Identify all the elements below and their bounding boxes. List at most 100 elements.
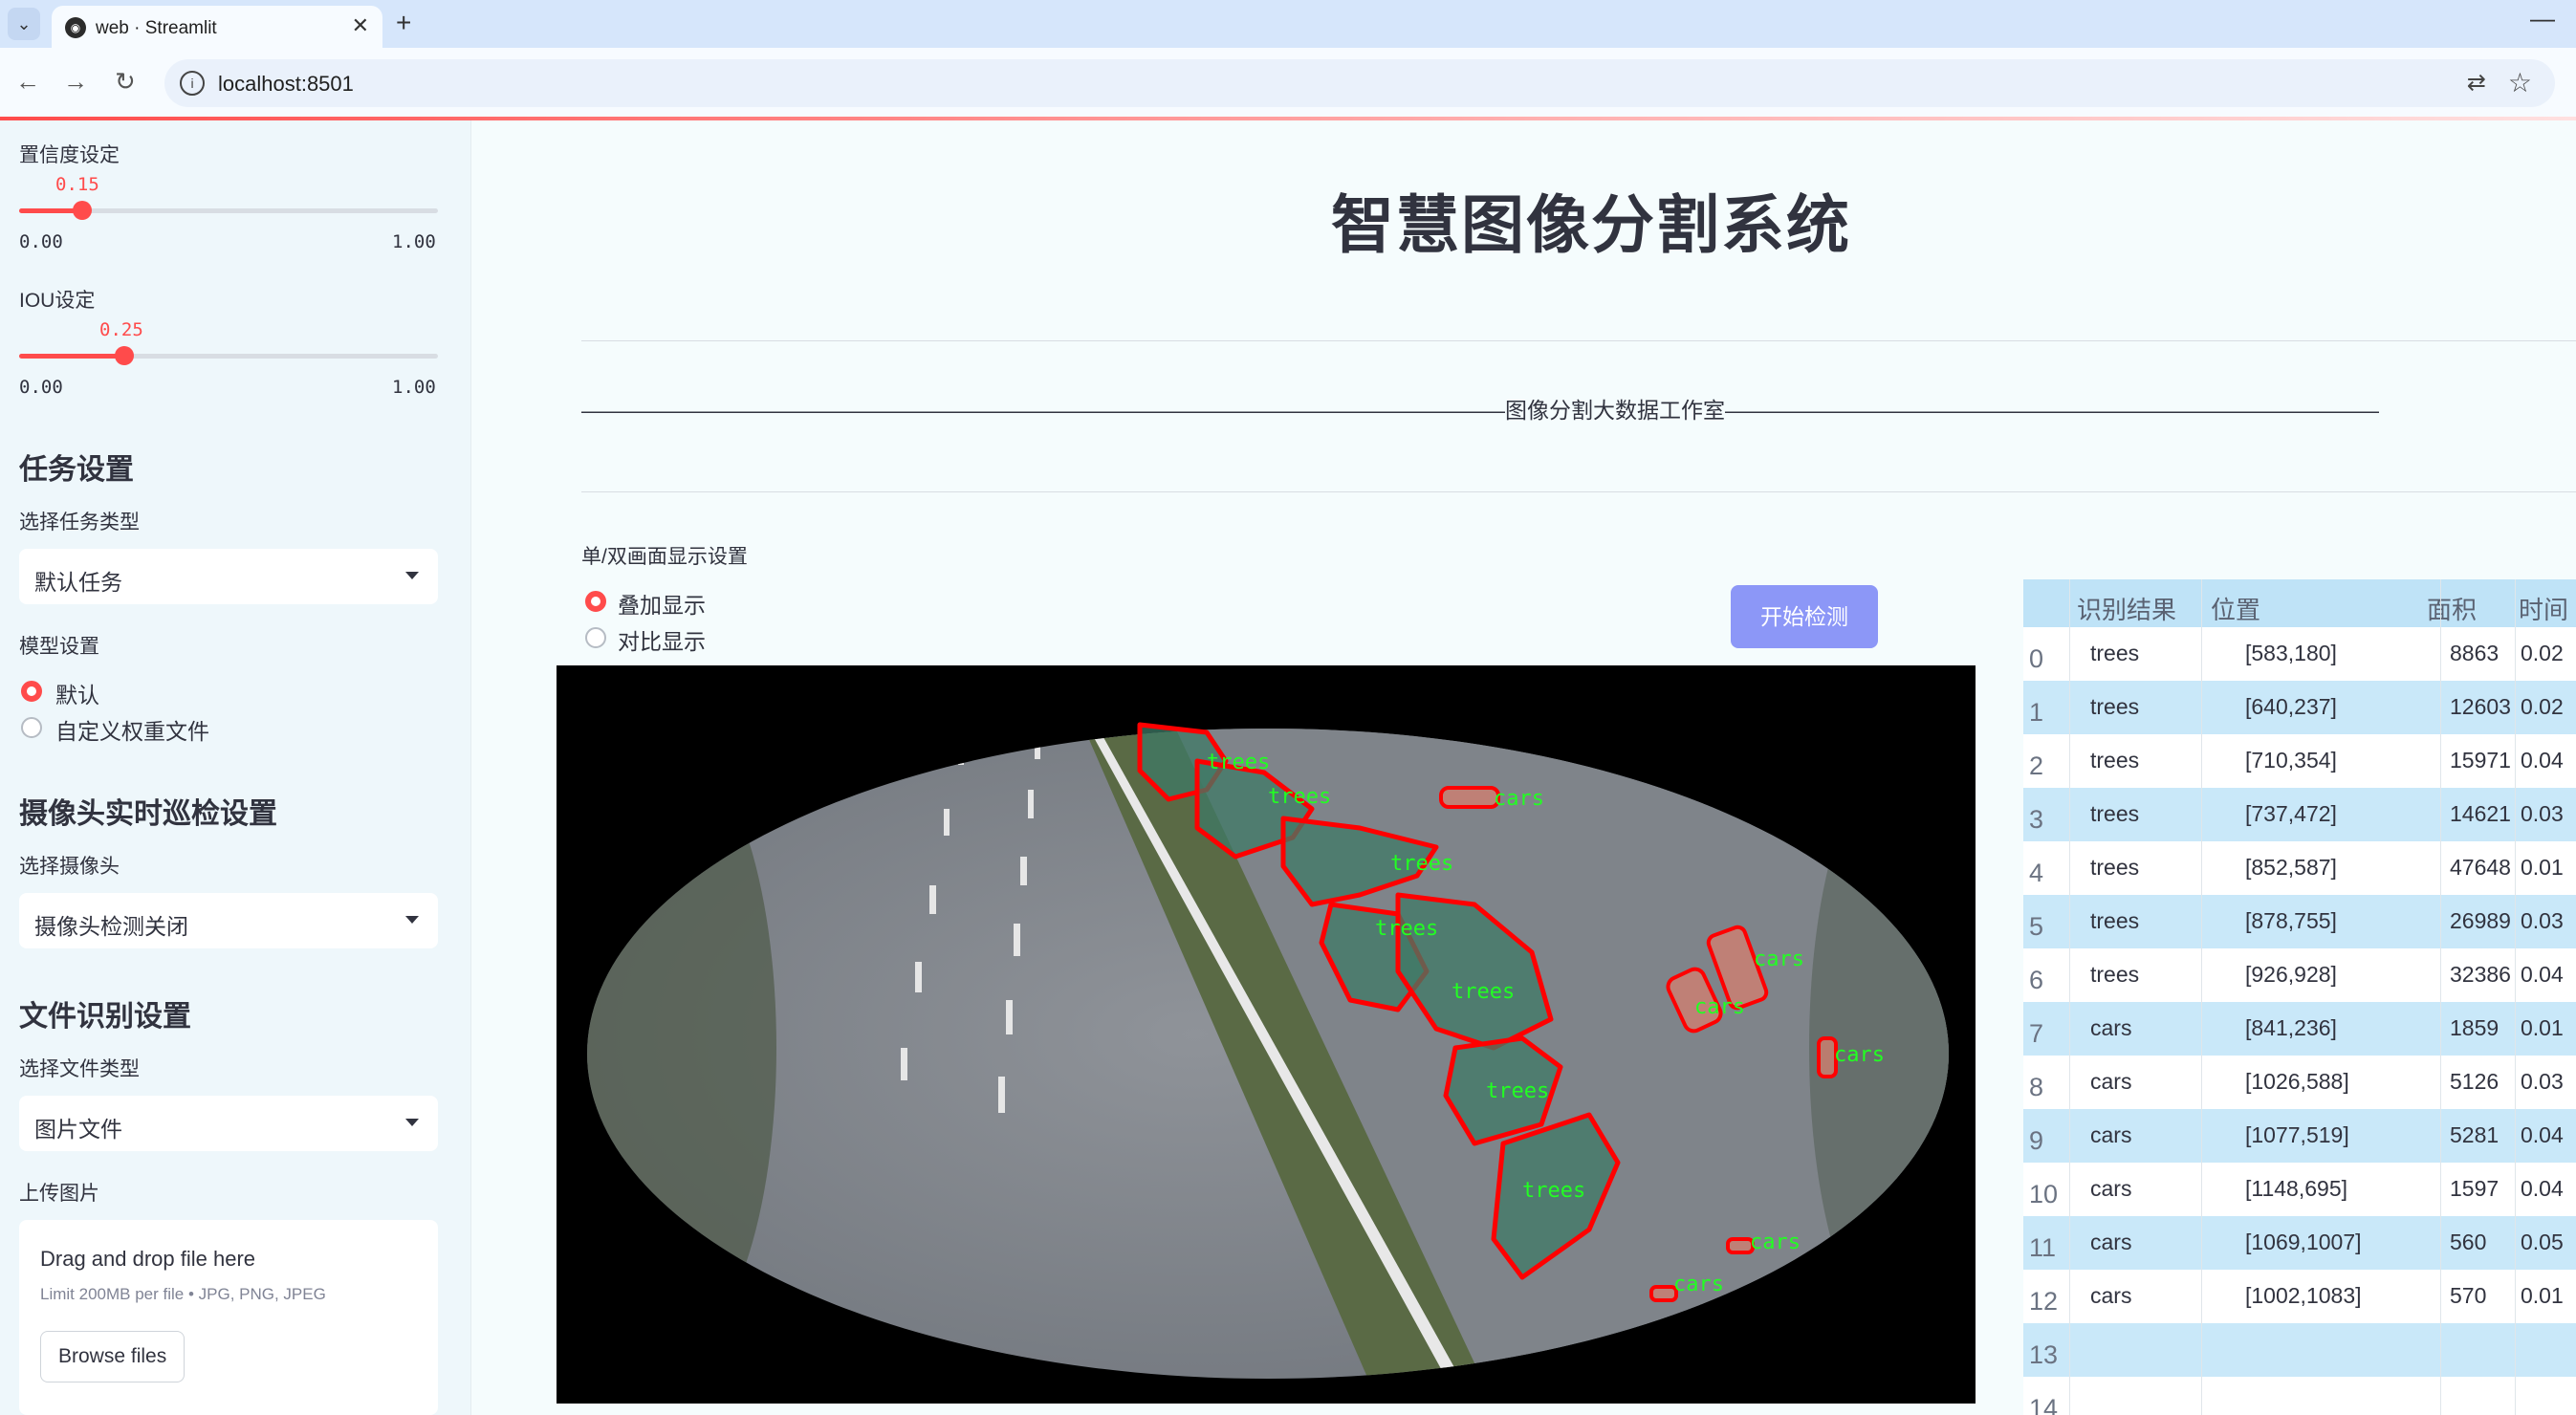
label-trees-4: trees — [1452, 980, 1515, 1004]
label-cars-7: cars — [1494, 787, 1544, 811]
cell-time: 0.04 — [2521, 1176, 2564, 1201]
cell-area: 47648 — [2450, 855, 2511, 880]
row-index: 11 — [2029, 1233, 2057, 1262]
col-header-position[interactable]: 位置 — [2211, 591, 2260, 626]
iou-slider[interactable] — [19, 346, 438, 365]
tab-close-icon[interactable]: ✕ — [352, 13, 369, 38]
table-row[interactable]: 14 — [2023, 1377, 2576, 1415]
chevron-down-icon — [405, 916, 419, 924]
table-row[interactable]: 2 trees [710,354] 15971 0.04 — [2023, 734, 2576, 788]
cell-position: [1077,519] — [2245, 1122, 2349, 1147]
cell-class: cars — [2090, 1122, 2132, 1147]
confidence-slider[interactable] — [19, 201, 438, 220]
table-row[interactable]: 3 trees [737,472] 14621 0.03 — [2023, 788, 2576, 841]
row-index: 5 — [2029, 912, 2044, 941]
cell-time: 0.02 — [2521, 694, 2564, 719]
iou-max: 1.00 — [392, 377, 436, 398]
table-row[interactable]: 1 trees [640,237] 12603 0.02 — [2023, 681, 2576, 734]
row-index: 8 — [2029, 1073, 2044, 1101]
row-index: 14 — [2029, 1394, 2059, 1415]
display-mode-label: 单/双画面显示设置 — [581, 546, 748, 568]
table-row[interactable]: 0 trees [583,180] 8863 0.02 — [2023, 627, 2576, 681]
model-default-radio[interactable] — [21, 681, 42, 702]
cell-position: [1026,588] — [2245, 1069, 2349, 1094]
cell-class: cars — [2090, 1283, 2132, 1308]
results-table[interactable]: 识别结果 位置 面积 时间 0 trees [583,180] 8863 0.02 1 tr… — [2023, 579, 2576, 1415]
translate-icon[interactable]: ⇄ — [2467, 69, 2486, 97]
col-header-class[interactable]: 识别结果 — [2077, 591, 2176, 626]
row-index: 4 — [2029, 859, 2044, 887]
browser-tab[interactable]: ◉ web · Streamlit ✕ — [52, 6, 382, 48]
overlay-display-radio[interactable] — [585, 591, 606, 612]
table-row[interactable]: 4 trees [852,587] 47648 0.01 — [2023, 841, 2576, 895]
model-default-label[interactable]: 默认 — [55, 677, 99, 709]
camera-label: 选择摄像头 — [19, 856, 120, 878]
model-custom-label[interactable]: 自定义权重文件 — [55, 713, 209, 746]
cell-position: [841,236] — [2245, 1015, 2337, 1040]
cell-class: trees — [2090, 641, 2140, 665]
model-custom-radio[interactable] — [21, 717, 42, 738]
file-settings-heading: 文件识别设置 — [19, 1001, 191, 1033]
table-row[interactable]: 5 trees [878,755] 26989 0.03 — [2023, 895, 2576, 948]
cell-area: 14621 — [2450, 801, 2511, 826]
iou-slider-thumb[interactable] — [115, 346, 134, 365]
upload-label: 上传图片 — [19, 1183, 99, 1205]
back-arrow-icon[interactable]: ← — [15, 67, 40, 97]
task-type-select[interactable]: 默认任务 — [19, 549, 438, 604]
file-type-label: 选择文件类型 — [19, 1058, 140, 1080]
table-row[interactable]: 9 cars [1077,519] 5281 0.04 — [2023, 1109, 2576, 1163]
cell-area: 12603 — [2450, 694, 2511, 719]
label-trees-6: trees — [1522, 1179, 1585, 1203]
table-row[interactable]: 11 cars [1069,1007] 560 0.05 — [2023, 1216, 2576, 1270]
col-divider — [2201, 579, 2202, 1415]
col-header-area[interactable]: 面积 — [2427, 591, 2477, 626]
cell-class: trees — [2090, 908, 2140, 933]
cell-area: 560 — [2450, 1230, 2487, 1254]
row-index: 7 — [2029, 1019, 2044, 1048]
cell-position: [878,755] — [2245, 908, 2337, 933]
cell-position: [1002,1083] — [2245, 1283, 2362, 1308]
camera-settings-heading: 摄像头实时巡检设置 — [19, 798, 277, 830]
confidence-max: 1.00 — [392, 231, 436, 252]
cell-class: cars — [2090, 1069, 2132, 1094]
new-tab-plus-icon[interactable]: + — [396, 8, 411, 38]
table-row[interactable]: 13 — [2023, 1323, 2576, 1377]
overlay-display-label[interactable]: 叠加显示 — [618, 587, 706, 620]
file-type-select[interactable]: 图片文件 — [19, 1096, 438, 1151]
cell-time: 0.03 — [2521, 908, 2564, 933]
row-index: 10 — [2029, 1180, 2059, 1208]
compare-display-radio[interactable] — [585, 627, 606, 648]
cell-class: trees — [2090, 748, 2140, 773]
cell-position: [852,587] — [2245, 855, 2337, 880]
table-row[interactable]: 7 cars [841,236] 1859 0.01 — [2023, 1002, 2576, 1056]
cell-time: 0.03 — [2521, 801, 2564, 826]
table-row[interactable]: 10 cars [1148,695] 1597 0.04 — [2023, 1163, 2576, 1216]
cell-class: cars — [2090, 1176, 2132, 1201]
reload-icon[interactable]: ↻ — [115, 67, 136, 97]
table-row[interactable]: 8 cars [1026,588] 5126 0.03 — [2023, 1056, 2576, 1109]
label-cars-11: cars — [1750, 1230, 1801, 1254]
page-title: 智慧图像分割系统 — [1331, 189, 1851, 260]
tab-list-chevron-icon[interactable]: ⌄ — [8, 8, 40, 40]
file-uploader-dropzone[interactable]: Drag and drop file here Limit 200MB per … — [19, 1220, 438, 1415]
table-row[interactable]: 12 cars [1002,1083] 570 0.01 — [2023, 1270, 2576, 1323]
forward-arrow-icon[interactable]: → — [63, 67, 88, 97]
confidence-label: 置信度设定 — [19, 144, 120, 166]
camera-select[interactable]: 摄像头检测关闭 — [19, 893, 438, 948]
start-detection-button[interactable]: 开始检测 — [1731, 585, 1878, 648]
table-row[interactable]: 6 trees [926,928] 32386 0.04 — [2023, 948, 2576, 1002]
row-index: 2 — [2029, 751, 2044, 780]
bookmark-star-icon[interactable]: ☆ — [2508, 67, 2532, 98]
studio-banner: ————————————————————————————————————————… — [581, 398, 2379, 423]
window-minimize-icon[interactable]: — — [2530, 4, 2555, 33]
address-bar[interactable]: i localhost:8501 ⇄ ☆ — [164, 59, 2555, 107]
compare-display-label[interactable]: 对比显示 — [618, 623, 706, 656]
url-text[interactable]: localhost:8501 — [218, 72, 354, 97]
browse-files-button[interactable]: Browse files — [40, 1331, 186, 1382]
confidence-slider-thumb[interactable] — [73, 201, 92, 220]
site-info-icon[interactable]: i — [180, 71, 205, 96]
label-cars-9: cars — [1754, 947, 1804, 971]
iou-slider-fill — [19, 354, 124, 359]
file-type-value: 图片文件 — [34, 1117, 122, 1142]
col-header-time[interactable]: 时间 — [2519, 591, 2568, 626]
